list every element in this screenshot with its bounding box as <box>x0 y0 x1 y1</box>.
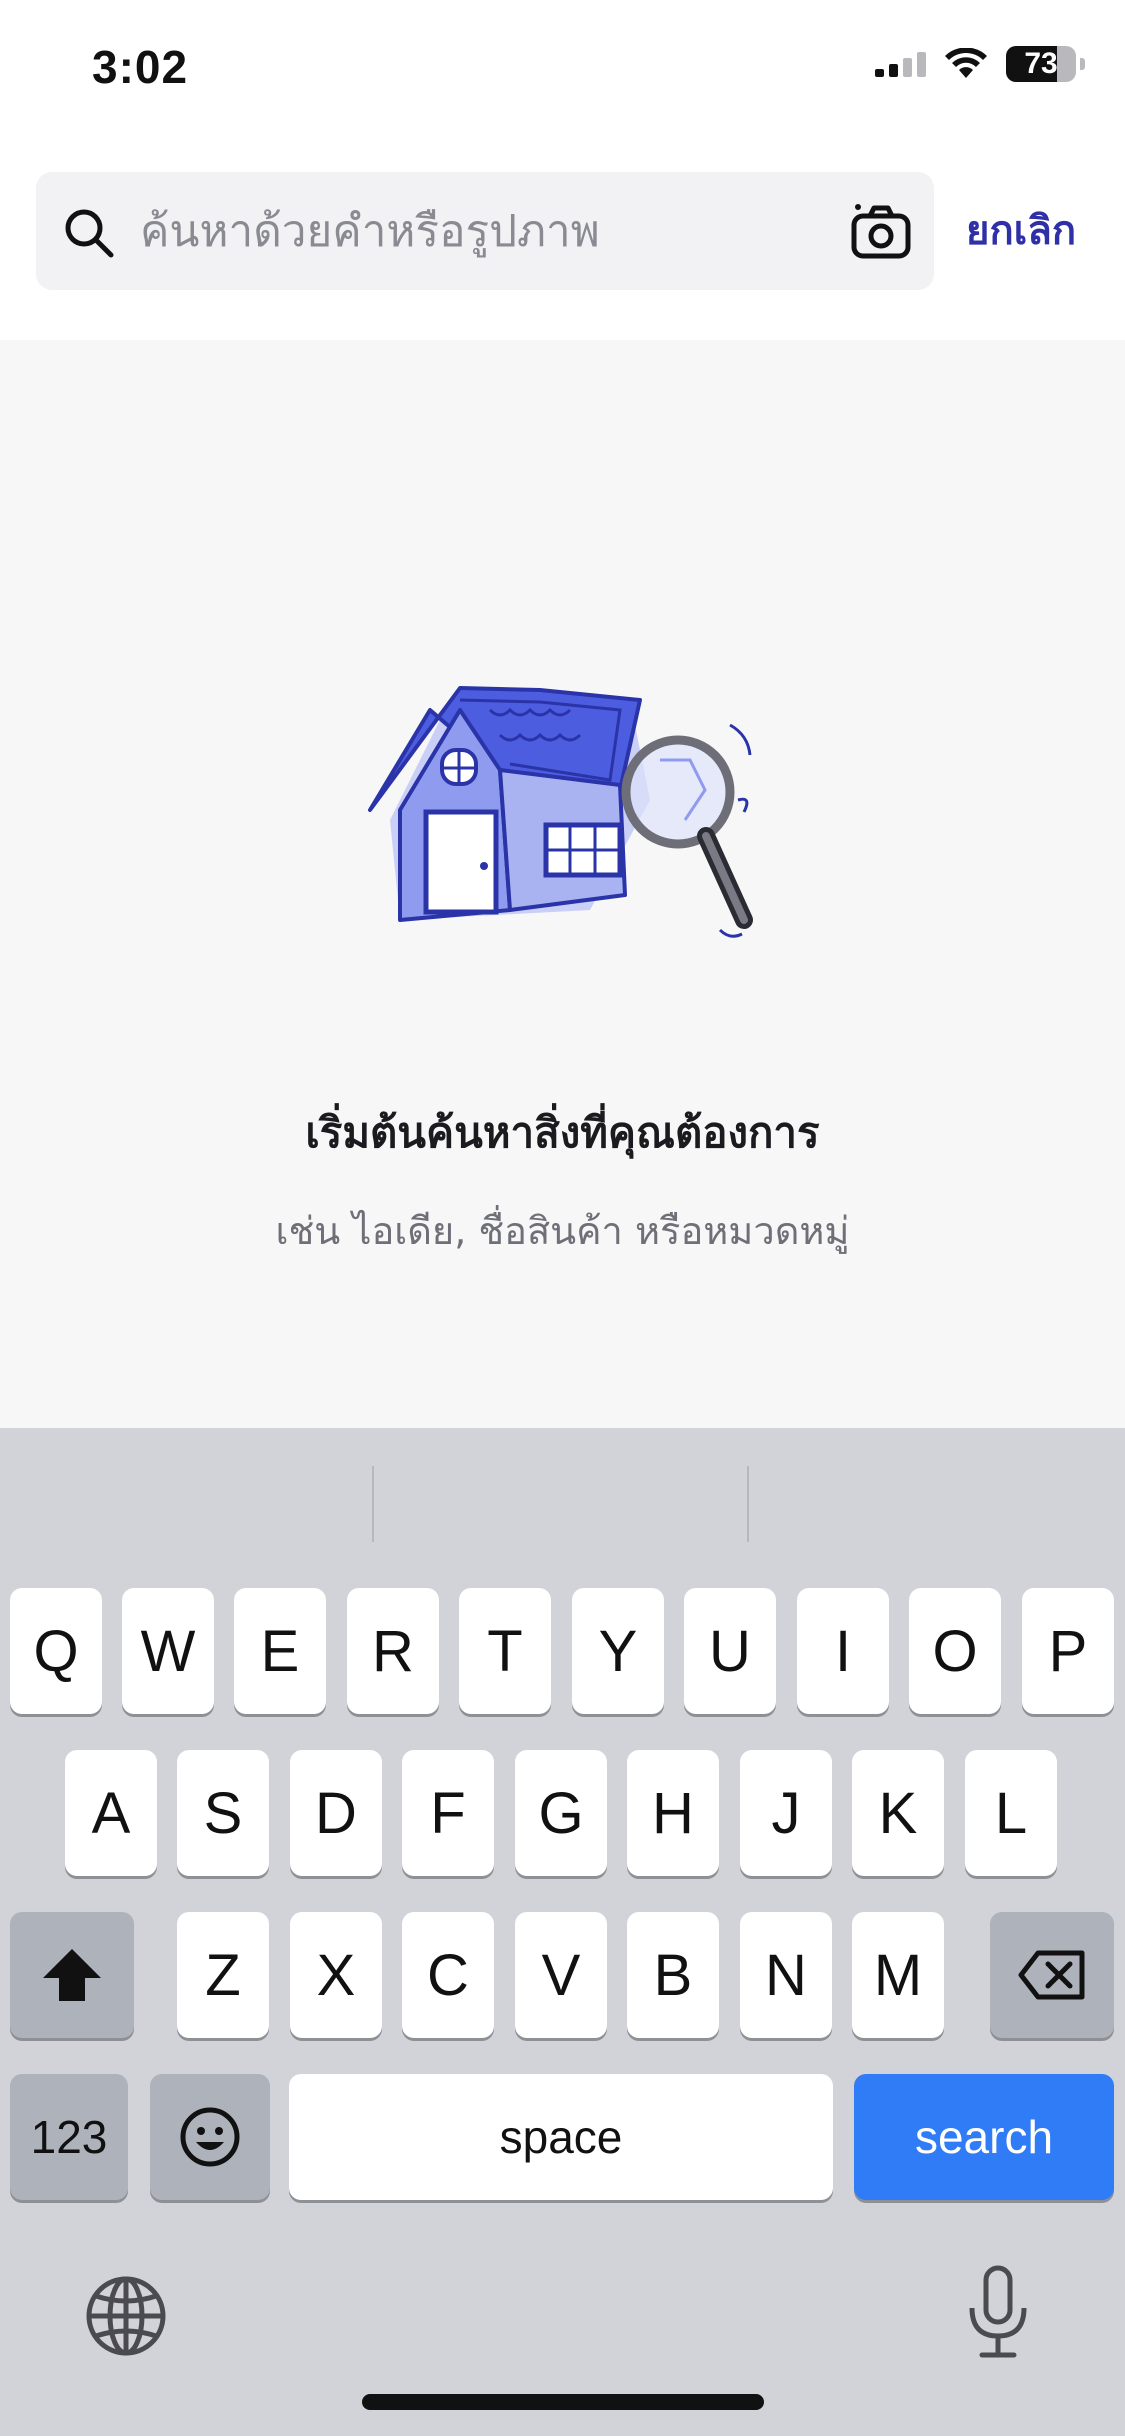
search-empty-state: เริ่มต้นค้นหาสิ่งที่คุณต้องการ เช่น ไอเด… <box>0 340 1125 1428</box>
mic-icon[interactable] <box>966 2264 1030 2360</box>
key-a[interactable]: A <box>65 1750 157 1876</box>
space-key[interactable]: space <box>289 2074 833 2200</box>
status-time: 3:02 <box>92 41 189 93</box>
search-icon <box>65 209 114 258</box>
empty-state-subtitle: เช่น ไอเดีย, ชื่อสินค้า หรือหมวดหมู่ <box>275 1209 850 1253</box>
key-n[interactable]: N <box>740 1912 832 2038</box>
suggestion-divider <box>372 1466 374 1542</box>
search-input[interactable] <box>140 172 860 290</box>
key-e[interactable]: E <box>234 1588 326 1714</box>
status-bar: 3:02 73 <box>0 0 1125 140</box>
key-g[interactable]: G <box>515 1750 607 1876</box>
key-s[interactable]: S <box>177 1750 269 1876</box>
key-j[interactable]: J <box>740 1750 832 1876</box>
key-p[interactable]: P <box>1022 1588 1114 1714</box>
backspace-key[interactable] <box>990 1912 1114 2038</box>
cellular-signal-icon <box>875 51 926 77</box>
battery-cap <box>1080 58 1085 70</box>
key-f[interactable]: F <box>402 1750 494 1876</box>
key-w[interactable]: W <box>122 1588 214 1714</box>
search-header: ยกเลิก <box>0 140 1125 340</box>
key-b[interactable]: B <box>627 1912 719 2038</box>
status-icons: 73 <box>875 46 1085 82</box>
backspace-icon <box>1018 1950 1085 2000</box>
key-k[interactable]: K <box>852 1750 944 1876</box>
home-indicator[interactable] <box>362 2394 764 2410</box>
keyboard: Q W E R T Y U I O P A S D F G H J K L Z … <box>0 1428 1125 2436</box>
shift-key[interactable] <box>10 1912 134 2038</box>
battery-icon: 73 <box>1006 46 1076 82</box>
house-search-illustration <box>368 686 753 938</box>
key-r[interactable]: R <box>347 1588 439 1714</box>
key-v[interactable]: V <box>515 1912 607 2038</box>
key-h[interactable]: H <box>627 1750 719 1876</box>
key-l[interactable]: L <box>965 1750 1057 1876</box>
numbers-key[interactable]: 123 <box>10 2074 128 2200</box>
empty-state-title: เริ่มต้นค้นหาสิ่งที่คุณต้องการ <box>305 1108 820 1157</box>
wifi-icon <box>945 48 987 78</box>
key-q[interactable]: Q <box>10 1588 102 1714</box>
globe-icon[interactable] <box>84 2274 168 2358</box>
search-box[interactable] <box>36 172 934 290</box>
key-y[interactable]: Y <box>572 1588 664 1714</box>
shift-icon <box>43 1949 101 2001</box>
suggestion-divider <box>747 1466 749 1542</box>
cancel-button[interactable]: ยกเลิก <box>966 172 1076 290</box>
search-key[interactable]: search <box>854 2074 1114 2200</box>
key-m[interactable]: M <box>852 1912 944 2038</box>
key-z[interactable]: Z <box>177 1912 269 2038</box>
key-t[interactable]: T <box>459 1588 551 1714</box>
camera-icon[interactable] <box>850 202 912 260</box>
key-c[interactable]: C <box>402 1912 494 2038</box>
emoji-icon <box>180 2107 240 2167</box>
key-d[interactable]: D <box>290 1750 382 1876</box>
key-x[interactable]: X <box>290 1912 382 2038</box>
key-i[interactable]: I <box>797 1588 889 1714</box>
emoji-key[interactable] <box>150 2074 270 2200</box>
key-u[interactable]: U <box>684 1588 776 1714</box>
key-o[interactable]: O <box>909 1588 1001 1714</box>
battery-level: 73 <box>1024 47 1058 80</box>
